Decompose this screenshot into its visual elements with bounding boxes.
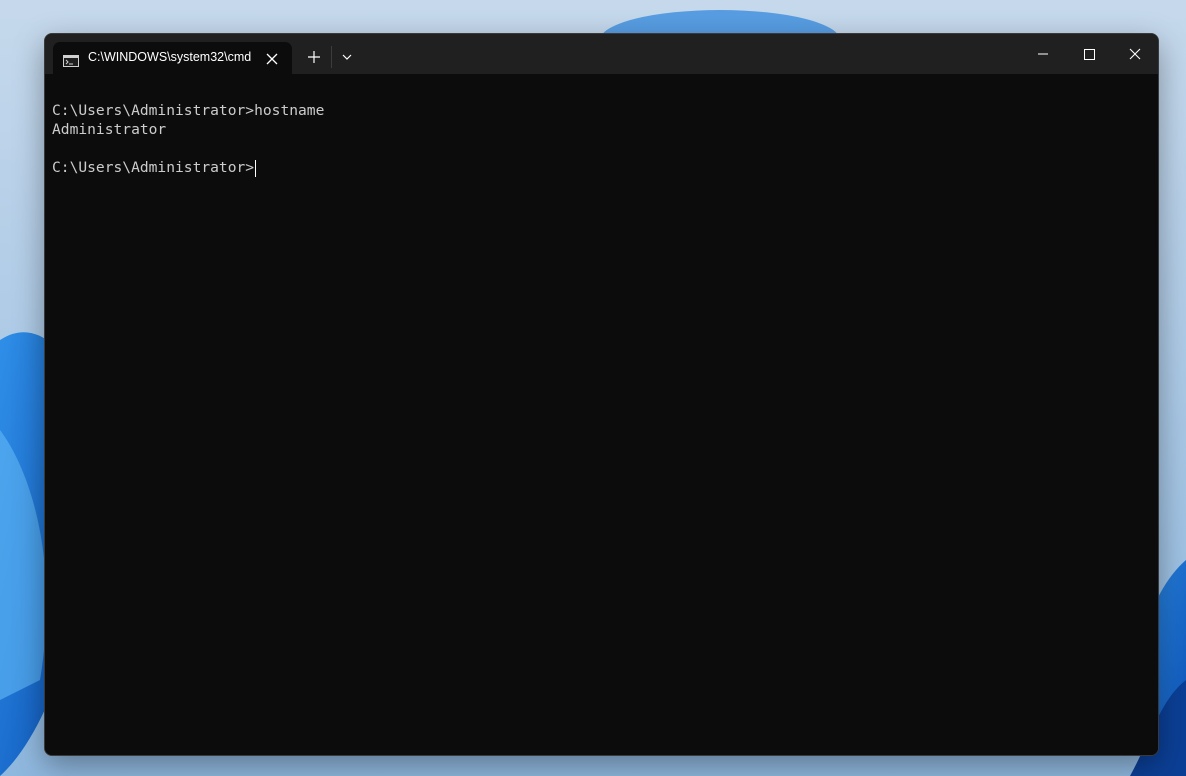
terminal-prompt: C:\Users\Administrator> [52, 159, 255, 176]
cmd-icon [63, 52, 79, 67]
maximize-button[interactable] [1066, 34, 1112, 74]
text-cursor [255, 159, 257, 177]
close-icon [1129, 48, 1141, 60]
title-bar[interactable]: C:\WINDOWS\system32\cmd.exe [45, 34, 1158, 74]
tab-close-icon[interactable] [265, 51, 279, 65]
terminal-prompt-line[interactable]: C:\Users\Administrator> [52, 158, 257, 177]
plus-icon [308, 51, 320, 63]
terminal-output[interactable]: C:\Users\Administrator>hostname Administ… [45, 74, 1158, 755]
tab-cmd[interactable]: C:\WINDOWS\system32\cmd.exe [53, 42, 292, 74]
terminal-window: C:\WINDOWS\system32\cmd.exe [44, 33, 1159, 756]
terminal-line: Administrator [52, 121, 167, 138]
minimize-button[interactable] [1020, 34, 1066, 74]
new-tab-button[interactable] [303, 46, 325, 68]
chevron-down-icon [342, 54, 352, 60]
terminal-line: C:\Users\Administrator>hostname [52, 102, 325, 119]
minimize-icon [1038, 53, 1048, 55]
tab-title: C:\WINDOWS\system32\cmd.exe [88, 50, 252, 64]
toolbar-divider [331, 46, 332, 68]
maximize-icon [1084, 49, 1095, 60]
close-button[interactable] [1112, 34, 1158, 74]
tab-dropdown-button[interactable] [336, 46, 358, 68]
